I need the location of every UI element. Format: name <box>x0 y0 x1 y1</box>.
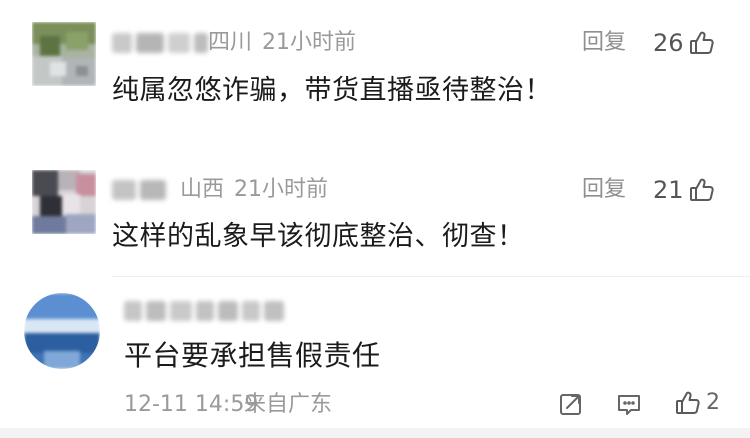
comment-time: 21小时前 <box>234 177 328 202</box>
share-icon[interactable] <box>558 391 584 421</box>
comment-datetime: 12-11 14:59 <box>124 392 259 417</box>
comment-text: 平台要承担售假责任 <box>124 339 381 372</box>
like-button[interactable]: 26 <box>653 29 716 57</box>
thumbs-up-icon <box>674 389 702 417</box>
username[interactable] <box>124 299 284 323</box>
user-region: 山西 <box>180 177 225 202</box>
comment-source: 来自广东 <box>244 392 333 417</box>
comment-text: 纯属忽悠诈骗，带货直播亟待整治！ <box>112 75 552 106</box>
like-count: 21 <box>653 176 684 204</box>
thumbs-up-icon <box>688 176 716 204</box>
like-button[interactable]: 21 <box>653 176 716 204</box>
comment-icon[interactable] <box>616 391 642 421</box>
like-count: 26 <box>653 29 684 57</box>
thumbs-up-icon <box>688 29 716 57</box>
username[interactable] <box>112 178 166 202</box>
avatar[interactable] <box>32 22 96 86</box>
comment-text: 这样的乱象早该彻底整治、彻查！ <box>112 221 525 252</box>
reply-button[interactable]: 回复 <box>582 177 626 203</box>
user-region: 四川 <box>208 30 253 55</box>
like-count: 2 <box>706 390 720 415</box>
like-button[interactable]: 2 <box>674 389 720 417</box>
divider <box>0 428 750 438</box>
username[interactable] <box>112 31 208 55</box>
comment-item: 四川 21小时前 回复 26 纯属忽悠诈骗，带货直播亟待整治！ <box>0 0 750 148</box>
avatar[interactable] <box>32 170 96 234</box>
comment-item: 平台要承担售假责任 12-11 14:59 来自广东 2 <box>0 277 750 428</box>
comment-time: 21小时前 <box>262 30 356 55</box>
comment-item: 山西 21小时前 回复 21 这样的乱象早该彻底整治、彻查！ <box>0 148 750 276</box>
avatar[interactable] <box>24 293 100 369</box>
reply-button[interactable]: 回复 <box>582 30 626 56</box>
